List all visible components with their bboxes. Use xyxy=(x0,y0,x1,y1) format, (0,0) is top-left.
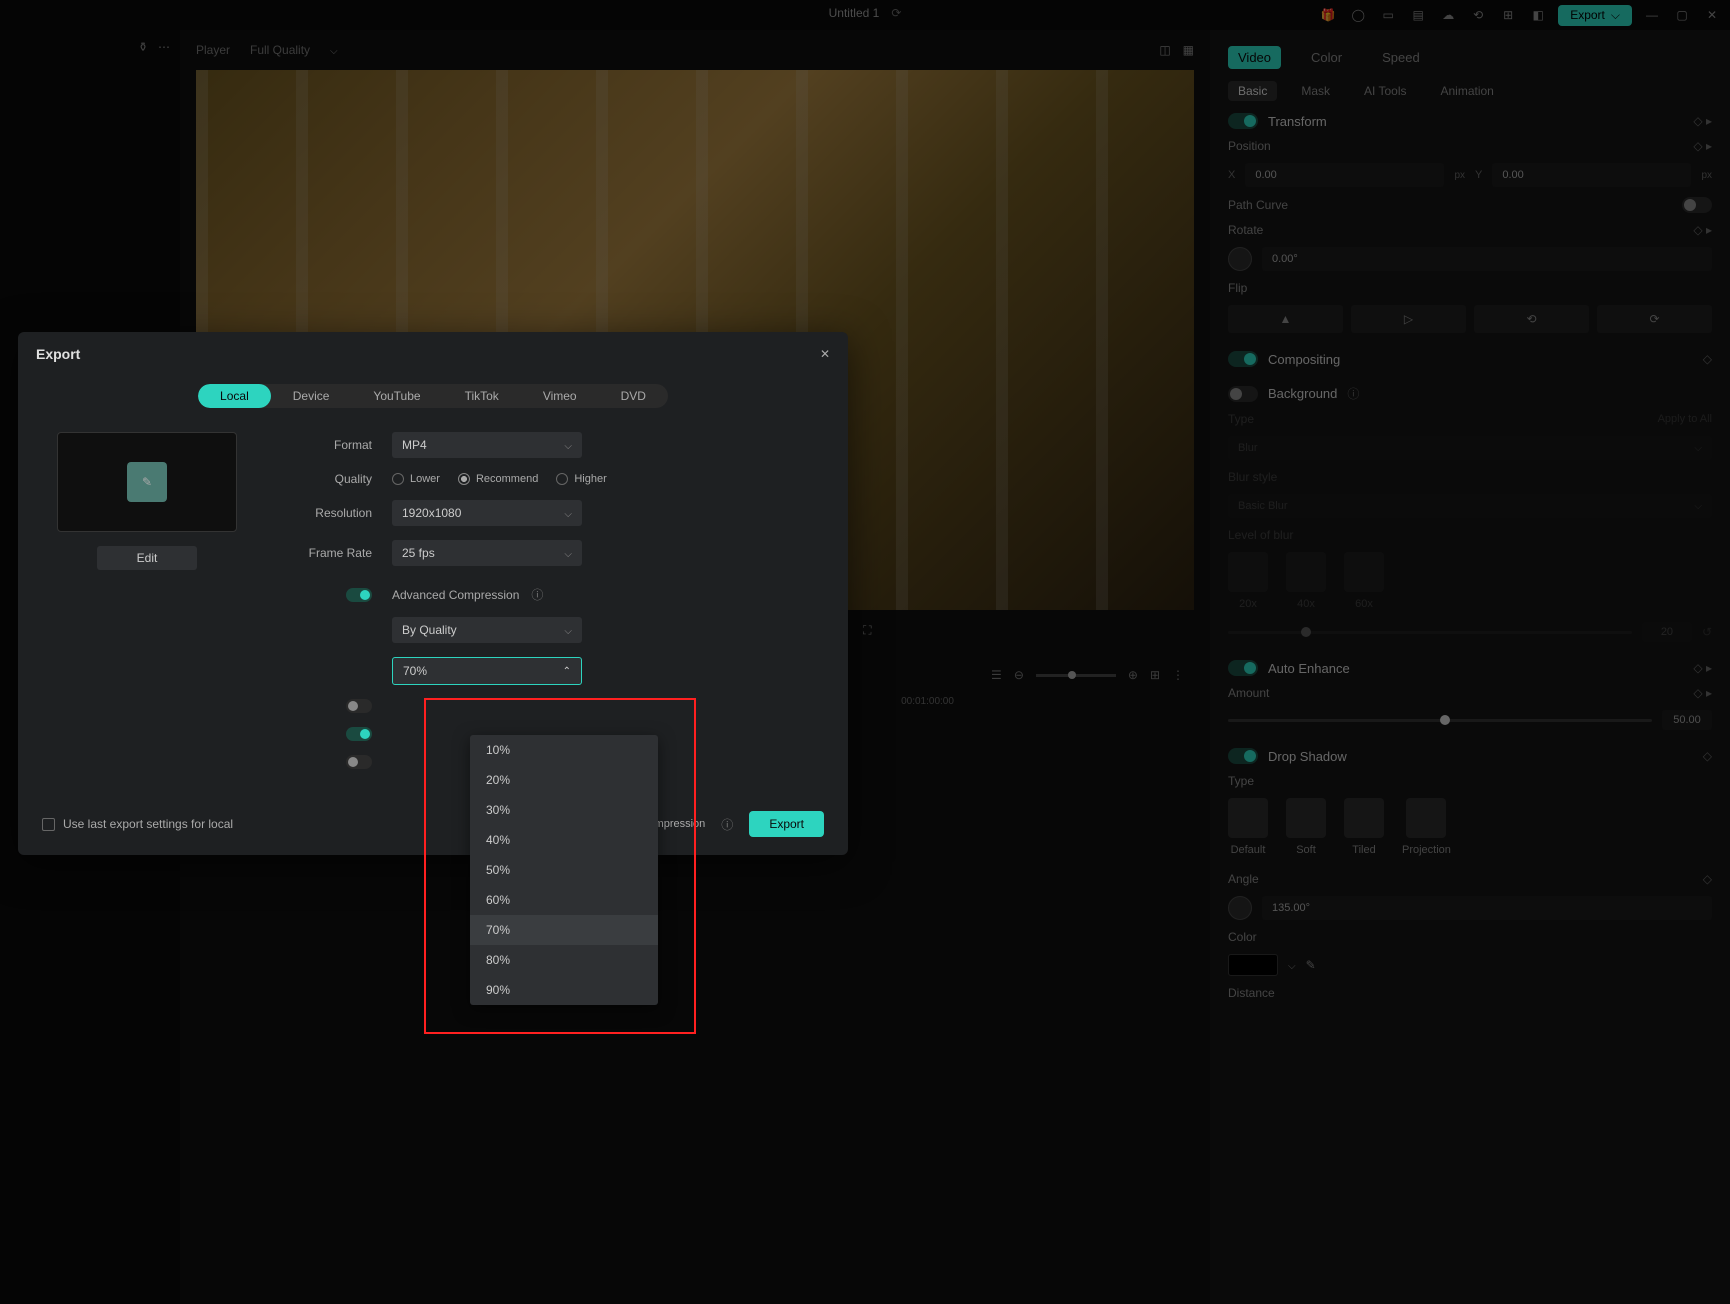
resolution-select[interactable]: 1920x1080 xyxy=(392,500,582,526)
compression-info-label: mpression xyxy=(655,818,706,830)
framerate-label: Frame Rate xyxy=(272,546,392,560)
dropdown-item-40[interactable]: 40% xyxy=(470,825,658,855)
quality-higher-label: Higher xyxy=(574,473,606,485)
format-label: Format xyxy=(272,438,392,452)
dropdown-item-50[interactable]: 50% xyxy=(470,855,658,885)
compression-mode-select[interactable]: By Quality xyxy=(392,617,582,643)
dropdown-item-20[interactable]: 20% xyxy=(470,765,658,795)
use-last-label: Use last export settings for local xyxy=(63,817,233,831)
quality-recommend-label: Recommend xyxy=(476,473,538,485)
quality-percent-select[interactable]: 70%⌃ xyxy=(392,657,582,685)
format-value: MP4 xyxy=(402,438,427,452)
quality-percent-dropdown: 10% 20% 30% 40% 50% 60% 70% 80% 90% xyxy=(470,735,658,1005)
dropdown-item-80[interactable]: 80% xyxy=(470,945,658,975)
quality-higher-radio[interactable]: Higher xyxy=(556,473,606,485)
quality-percent-value: 70% xyxy=(403,664,427,678)
info-icon[interactable]: ⓘ xyxy=(531,586,543,603)
compression-mode-value: By Quality xyxy=(402,623,457,637)
quality-label: Quality xyxy=(272,472,392,486)
quality-recommend-radio[interactable]: Recommend xyxy=(458,473,538,485)
edit-pencil-icon: ✎ xyxy=(127,462,167,502)
compression-info-icon[interactable]: ⓘ xyxy=(721,816,733,833)
format-select[interactable]: MP4 xyxy=(392,432,582,458)
use-last-checkbox[interactable] xyxy=(42,818,55,831)
export-modal: Export ✕ Local Device YouTube TikTok Vim… xyxy=(18,332,848,855)
modal-close-icon[interactable]: ✕ xyxy=(820,347,830,361)
modal-tab-dvd[interactable]: DVD xyxy=(599,384,668,408)
framerate-value: 25 fps xyxy=(402,546,435,560)
modal-tab-youtube[interactable]: YouTube xyxy=(351,384,442,408)
dropdown-item-60[interactable]: 60% xyxy=(470,885,658,915)
quality-lower-radio[interactable]: Lower xyxy=(392,473,440,485)
resolution-label: Resolution xyxy=(272,506,392,520)
quality-lower-label: Lower xyxy=(410,473,440,485)
framerate-select[interactable]: 25 fps xyxy=(392,540,582,566)
dropdown-item-10[interactable]: 10% xyxy=(470,735,658,765)
dropdown-item-30[interactable]: 30% xyxy=(470,795,658,825)
modal-tab-local[interactable]: Local xyxy=(198,384,271,408)
option-toggle-2[interactable] xyxy=(346,727,372,741)
dropdown-item-70[interactable]: 70% xyxy=(470,915,658,945)
export-confirm-button[interactable]: Export xyxy=(749,811,824,837)
option-toggle-3[interactable] xyxy=(346,755,372,769)
modal-tab-tiktok[interactable]: TikTok xyxy=(443,384,521,408)
modal-tab-device[interactable]: Device xyxy=(271,384,352,408)
adv-compression-toggle[interactable] xyxy=(346,588,372,602)
option-toggle-1[interactable] xyxy=(346,699,372,713)
adv-compression-label: Advanced Compression xyxy=(392,588,519,602)
edit-thumbnail-button[interactable]: Edit xyxy=(97,546,198,570)
resolution-value: 1920x1080 xyxy=(402,506,461,520)
export-preview-thumb: ✎ xyxy=(57,432,237,532)
modal-tab-vimeo[interactable]: Vimeo xyxy=(521,384,599,408)
dropdown-item-90[interactable]: 90% xyxy=(470,975,658,1005)
modal-title: Export xyxy=(36,346,80,362)
